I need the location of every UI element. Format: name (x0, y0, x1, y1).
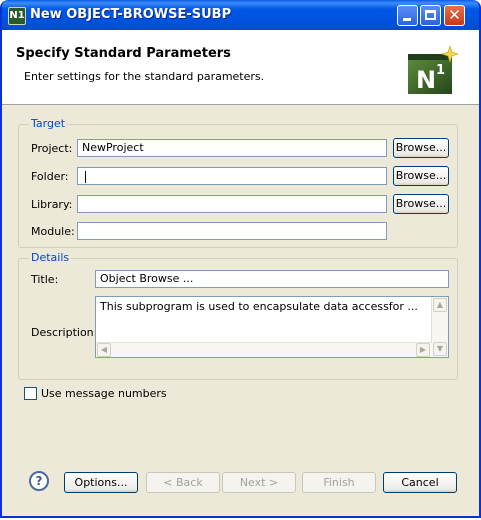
text-cursor (85, 171, 86, 183)
project-label: Project: (31, 142, 73, 155)
scroll-down-icon[interactable]: ▼ (433, 342, 447, 356)
details-group: Details Title: Object Browse ... Descrip… (18, 251, 458, 380)
vertical-scrollbar[interactable]: ▲ ▼ (431, 297, 448, 357)
minimize-button[interactable] (397, 5, 418, 26)
title-label: Title: (31, 273, 59, 286)
project-field[interactable]: NewProject (77, 139, 387, 157)
title-field[interactable]: Object Browse ... (95, 270, 449, 288)
wizard-banner: Specify Standard Parameters Enter settin… (2, 30, 479, 105)
target-legend: Target (29, 117, 68, 130)
maximize-icon (425, 10, 436, 20)
page-title: Specify Standard Parameters (16, 46, 231, 61)
app-icon: N1 (8, 7, 26, 25)
details-legend: Details (29, 251, 72, 264)
natural-logo-icon: N 1 (408, 45, 458, 94)
scroll-right-icon[interactable]: ▶ (416, 343, 430, 357)
logo-letter: N (416, 66, 436, 94)
logo-sup: 1 (436, 63, 445, 78)
window-title: New OBJECT-BROWSE-SUBP (30, 7, 232, 22)
back-button[interactable]: < Back (146, 472, 220, 493)
cancel-button[interactable]: Cancel (383, 472, 457, 493)
description-textarea[interactable]: This subprogram is used to encapsulate d… (95, 296, 449, 358)
description-label: Description: (31, 326, 98, 339)
folder-label: Folder: (31, 170, 69, 183)
help-icon[interactable]: ? (29, 471, 49, 491)
browse-project-button[interactable]: Browse... (393, 138, 449, 158)
maximize-button[interactable] (420, 5, 441, 26)
minimize-icon (403, 18, 411, 21)
title-bar[interactable]: N1 New OBJECT-BROWSE-SUBP ✕ (2, 0, 479, 30)
browse-folder-button[interactable]: Browse... (393, 166, 449, 186)
horizontal-scrollbar[interactable]: ◀ ▶ (96, 342, 432, 357)
browse-library-button[interactable]: Browse... (393, 194, 449, 214)
page-description: Enter settings for the standard paramete… (24, 70, 265, 83)
module-field[interactable] (77, 222, 387, 240)
use-message-numbers-label: Use message numbers (41, 387, 167, 400)
dialog-window: N1 New OBJECT-BROWSE-SUBP ✕ Specify Stan… (0, 0, 481, 518)
scroll-left-icon[interactable]: ◀ (97, 343, 111, 357)
library-label: Library: (31, 198, 73, 211)
folder-field[interactable] (77, 167, 387, 185)
target-group: Target Project: NewProject Browse... Fol… (18, 117, 458, 248)
scroll-up-icon[interactable]: ▲ (433, 298, 447, 312)
description-text: This subprogram is used to encapsulate d… (100, 300, 418, 313)
options-button[interactable]: Options... (64, 472, 138, 493)
use-message-numbers-checkbox[interactable] (24, 387, 37, 400)
next-button[interactable]: Next > (222, 472, 296, 493)
close-button[interactable]: ✕ (444, 5, 465, 26)
close-icon: ✕ (448, 6, 461, 24)
module-label: Module: (31, 225, 75, 238)
finish-button[interactable]: Finish (302, 472, 376, 493)
library-field[interactable] (77, 195, 387, 213)
